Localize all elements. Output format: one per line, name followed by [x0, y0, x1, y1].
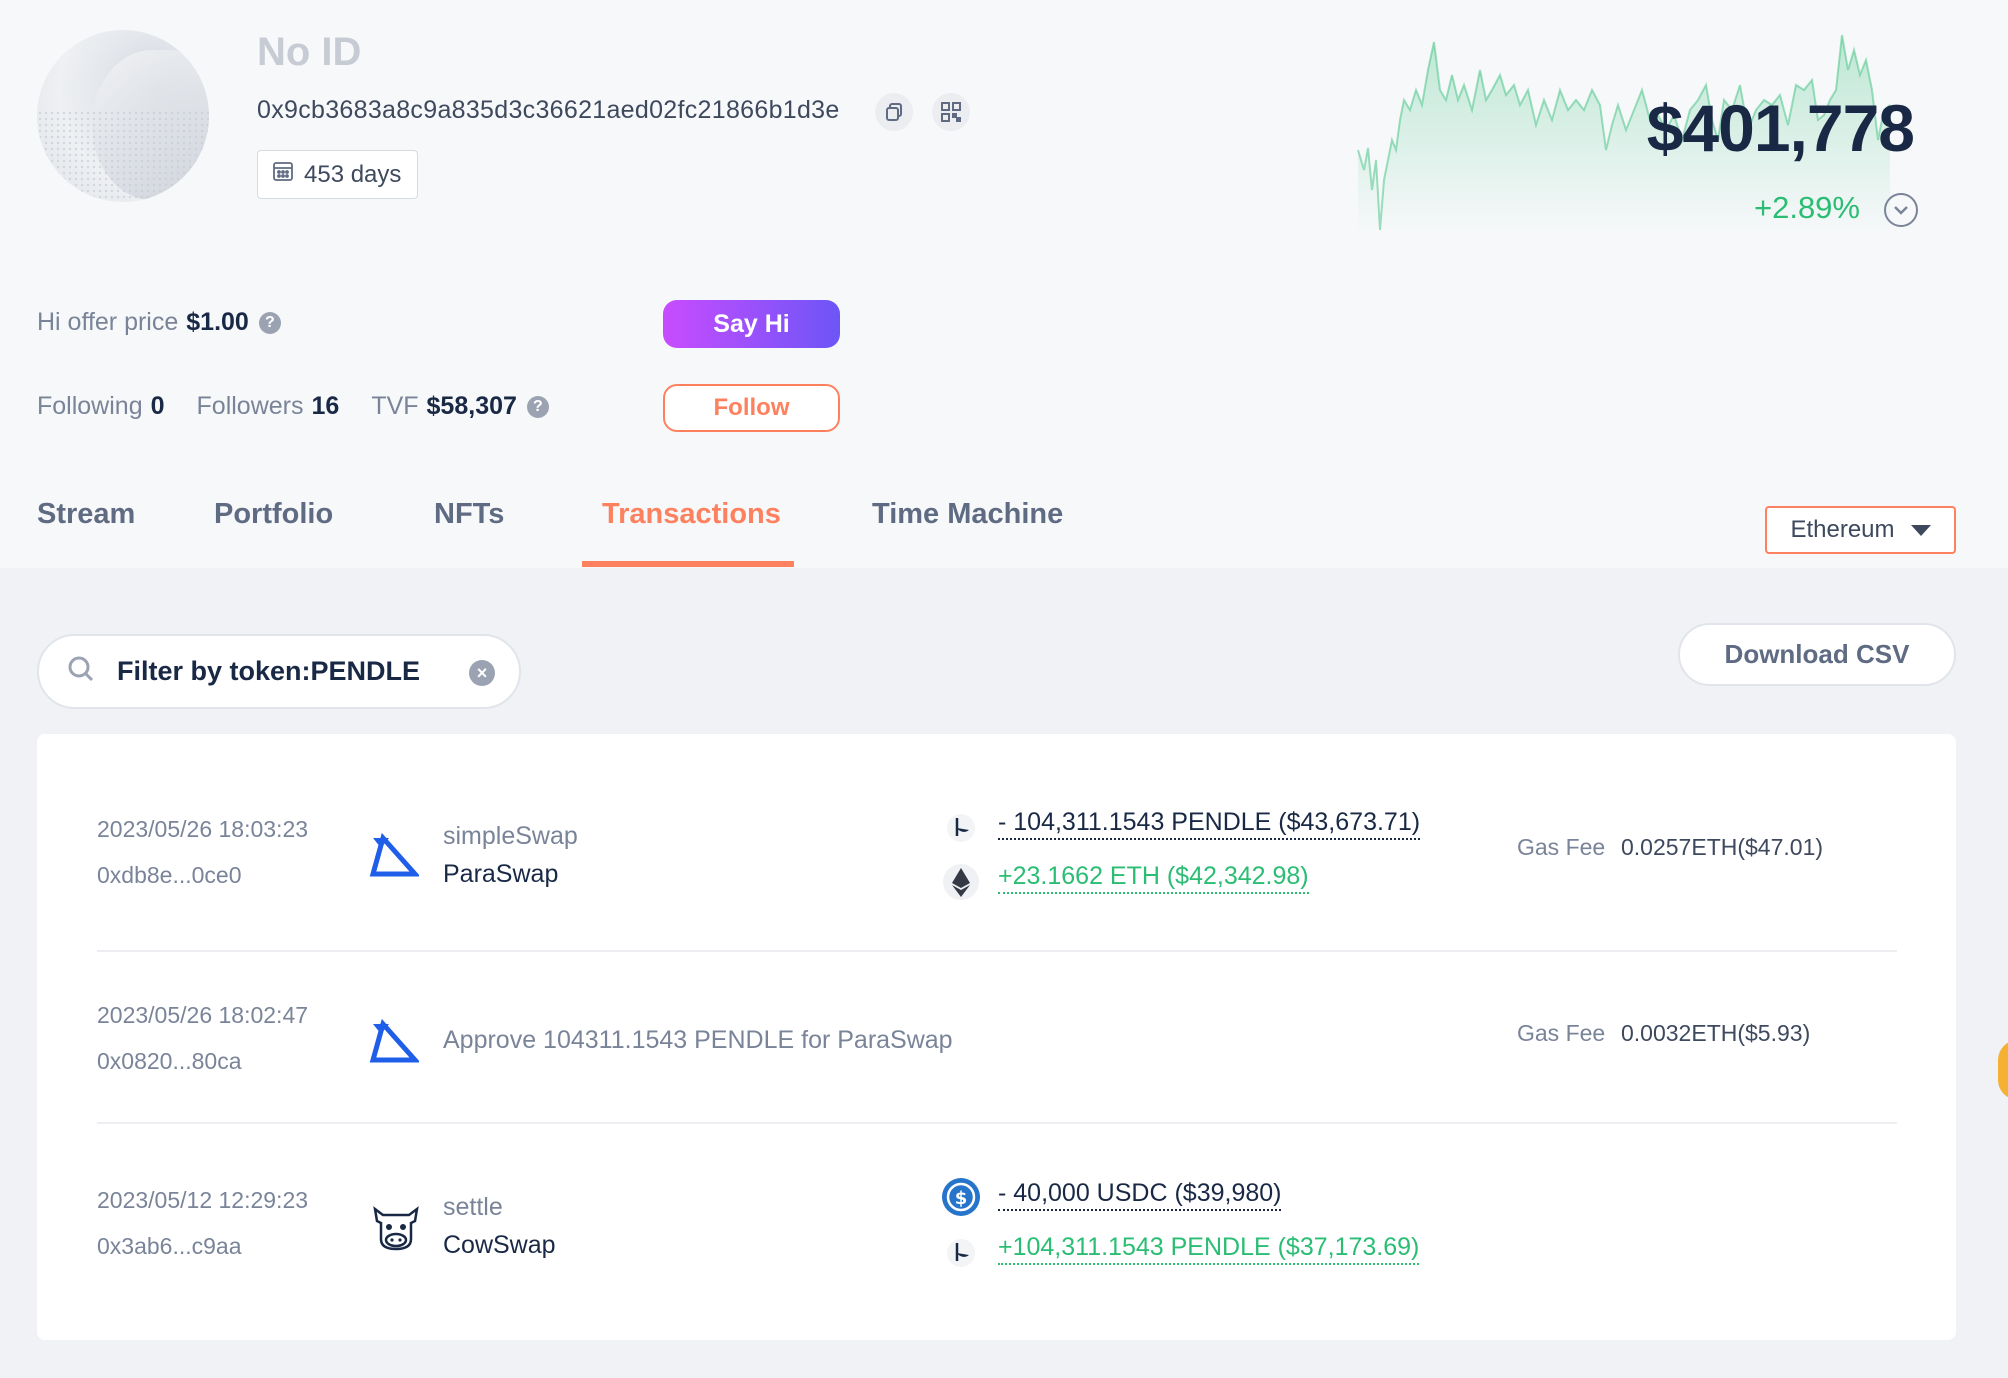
clear-icon[interactable]: ×: [469, 660, 495, 686]
wallet-age-text: 453 days: [304, 160, 402, 188]
gas-fee-value: 0.0257ETH($47.01): [1621, 834, 1824, 860]
token-received[interactable]: +104,311.1543 PENDLE ($37,173.69): [998, 1233, 1420, 1265]
tx-protocol[interactable]: CowSwap: [443, 1231, 556, 1260]
active-tab-indicator: [582, 561, 794, 567]
follow-button[interactable]: Follow: [663, 384, 840, 432]
chain-select[interactable]: Ethereum: [1765, 506, 1956, 554]
balance-change: +2.89%: [1753, 190, 1860, 225]
tab-transactions[interactable]: Transactions: [602, 498, 781, 531]
copy-icon[interactable]: [875, 93, 913, 131]
gas-fee-label: Gas Fee: [1517, 834, 1606, 860]
tx-method: settle: [443, 1193, 503, 1221]
filter-text: Filter by token:PENDLE: [117, 656, 421, 686]
svg-text:$: $: [955, 1188, 968, 1209]
tab-nfts[interactable]: NFTs: [434, 498, 504, 531]
usdc-icon: $: [941, 1177, 981, 1217]
token-sent[interactable]: - 40,000 USDC ($39,980): [998, 1179, 1282, 1211]
say-hi-button[interactable]: Say Hi: [663, 300, 840, 348]
help-icon[interactable]: ?: [258, 311, 281, 334]
tab-stream[interactable]: Stream: [37, 498, 135, 531]
chevron-down-icon[interactable]: [1884, 193, 1918, 227]
social-stats-row: Following 0 Followers 16 TVF $58,307 ?: [37, 392, 549, 421]
row-divider: [97, 950, 1897, 952]
tx-time: 2023/05/26 18:03:23: [97, 816, 309, 842]
hi-offer-label: Hi offer price: [37, 308, 179, 336]
followers-label[interactable]: Followers: [197, 392, 304, 421]
row-divider: [97, 1122, 1897, 1124]
hi-offer-value: $1.00: [186, 308, 249, 336]
calendar-icon: [272, 160, 294, 189]
profile-header: No ID 0x9cb3683a8c9a835d3c36621aed02fc21…: [0, 0, 2008, 568]
tx-hash[interactable]: 0x0820...80ca: [97, 1048, 242, 1075]
help-icon[interactable]: ?: [526, 395, 549, 418]
eth-icon: [941, 862, 981, 902]
following-count[interactable]: 0: [151, 392, 165, 421]
followers-count[interactable]: 16: [312, 392, 340, 421]
cowswap-icon: [369, 1199, 419, 1251]
following-label[interactable]: Following: [37, 392, 143, 421]
search-icon: [67, 655, 95, 688]
pendle-icon: [941, 808, 981, 848]
chain-select-value: Ethereum: [1790, 516, 1895, 543]
wallet-age-badge: 453 days: [257, 150, 419, 199]
gas-fee-label: Gas Fee: [1517, 1020, 1606, 1046]
tvf-value: $58,307: [426, 392, 517, 420]
caret-down-icon: [1910, 524, 1931, 536]
token-filter-input[interactable]: Filter by token:PENDLE ×: [37, 634, 521, 709]
tab-time-machine[interactable]: Time Machine: [872, 498, 1063, 531]
paraswap-icon: [369, 1016, 421, 1066]
tx-hash[interactable]: 0x3ab6...c9aa: [97, 1233, 242, 1260]
tx-protocol[interactable]: ParaSwap: [443, 860, 558, 889]
qr-code-icon[interactable]: [932, 93, 970, 131]
paraswap-icon: [369, 830, 421, 880]
token-sent[interactable]: - 104,311.1543 PENDLE ($43,673.71): [998, 808, 1421, 840]
tx-method: simpleSwap: [443, 822, 578, 850]
total-balance: $401,778: [1646, 91, 1915, 165]
pendle-icon: [941, 1233, 981, 1273]
token-received[interactable]: +23.1662 ETH ($42,342.98): [998, 862, 1309, 894]
tab-portfolio[interactable]: Portfolio: [214, 498, 333, 531]
tx-description: Approve 104311.1543 PENDLE for ParaSwap: [443, 1026, 953, 1054]
profile-name: No ID: [257, 30, 362, 74]
tx-time: 2023/05/26 18:02:47: [97, 1002, 309, 1028]
tvf-label: TVF: [371, 392, 419, 420]
hi-offer-row: Hi offer price $1.00 ?: [37, 308, 281, 337]
avatar: [37, 30, 209, 202]
transaction-list: 2023/05/26 18:03:23 0xdb8e...0ce0 simple…: [37, 734, 1956, 1340]
download-csv-button[interactable]: Download CSV: [1678, 623, 1956, 686]
tx-time: 2023/05/12 12:29:23: [97, 1187, 309, 1213]
wallet-address: 0x9cb3683a8c9a835d3c36621aed02fc21866b1d…: [257, 96, 840, 124]
gas-fee-value: 0.0032ETH($5.93): [1621, 1020, 1811, 1046]
tx-hash[interactable]: 0xdb8e...0ce0: [97, 862, 242, 889]
